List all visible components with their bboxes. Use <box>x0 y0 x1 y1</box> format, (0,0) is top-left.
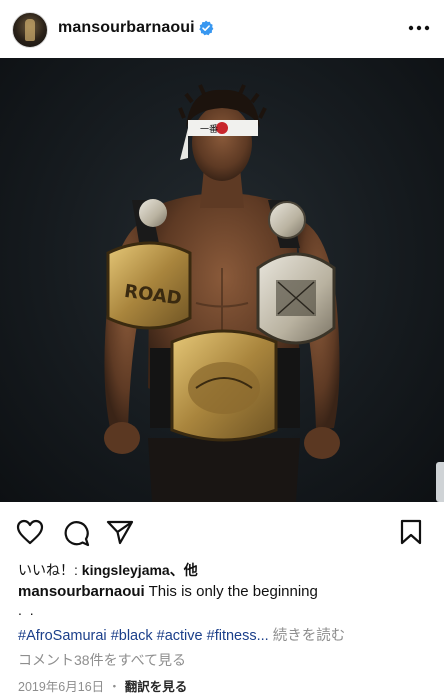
hashtag[interactable]: #fitness... <box>207 628 269 644</box>
comment-bubble-icon[interactable] <box>62 519 90 547</box>
translate-link[interactable]: 翻訳を見る <box>125 680 188 694</box>
hashtag[interactable]: #AfroSamurai <box>18 628 107 644</box>
hashtag[interactable]: #active <box>157 628 203 644</box>
caption-dots: . . <box>18 602 36 618</box>
scrollbar-handle[interactable] <box>436 462 444 502</box>
send-paper-plane-icon[interactable] <box>106 519 134 545</box>
post-username[interactable]: mansourbarnaoui <box>58 19 195 37</box>
likes-prefix: いいね！: <box>18 562 82 578</box>
bookmark-icon[interactable] <box>400 519 422 545</box>
more-options-icon[interactable] <box>404 16 434 40</box>
post-actions <box>0 512 444 552</box>
verified-badge-icon <box>199 20 214 36</box>
profile-avatar[interactable] <box>12 12 48 48</box>
post-caption: mansourbarnaoui This is only the beginni… <box>18 583 318 600</box>
likes-suffix: 、他 <box>169 562 198 578</box>
post-footer: 2019年6月16日・翻訳を見る <box>18 676 187 695</box>
view-all-comments-link[interactable]: コメント38件をすべて見る <box>18 650 186 670</box>
hashtag[interactable]: #black <box>111 628 153 644</box>
fighter-with-belts-image: 一番 ROAD <box>104 84 340 502</box>
read-more-link[interactable]: 続きを読む <box>273 628 346 644</box>
likes-user[interactable]: kingsleyjama <box>82 562 170 578</box>
footer-separator: ・ <box>108 680 121 694</box>
caption-username[interactable]: mansourbarnaoui <box>18 583 145 600</box>
heart-outline-icon[interactable] <box>16 519 44 545</box>
caption-text: This is only the beginning <box>148 583 318 600</box>
post-header: mansourbarnaoui <box>0 0 444 58</box>
hashtags-line: #AfroSamurai #black #active #fitness... … <box>18 624 345 645</box>
likes-line[interactable]: いいね！: kingsleyjama、他 <box>18 560 198 580</box>
headband-text: 一番 <box>200 123 218 135</box>
post-date: 2019年6月16日 <box>18 680 105 694</box>
post-photo[interactable]: 一番 ROAD <box>0 58 444 502</box>
